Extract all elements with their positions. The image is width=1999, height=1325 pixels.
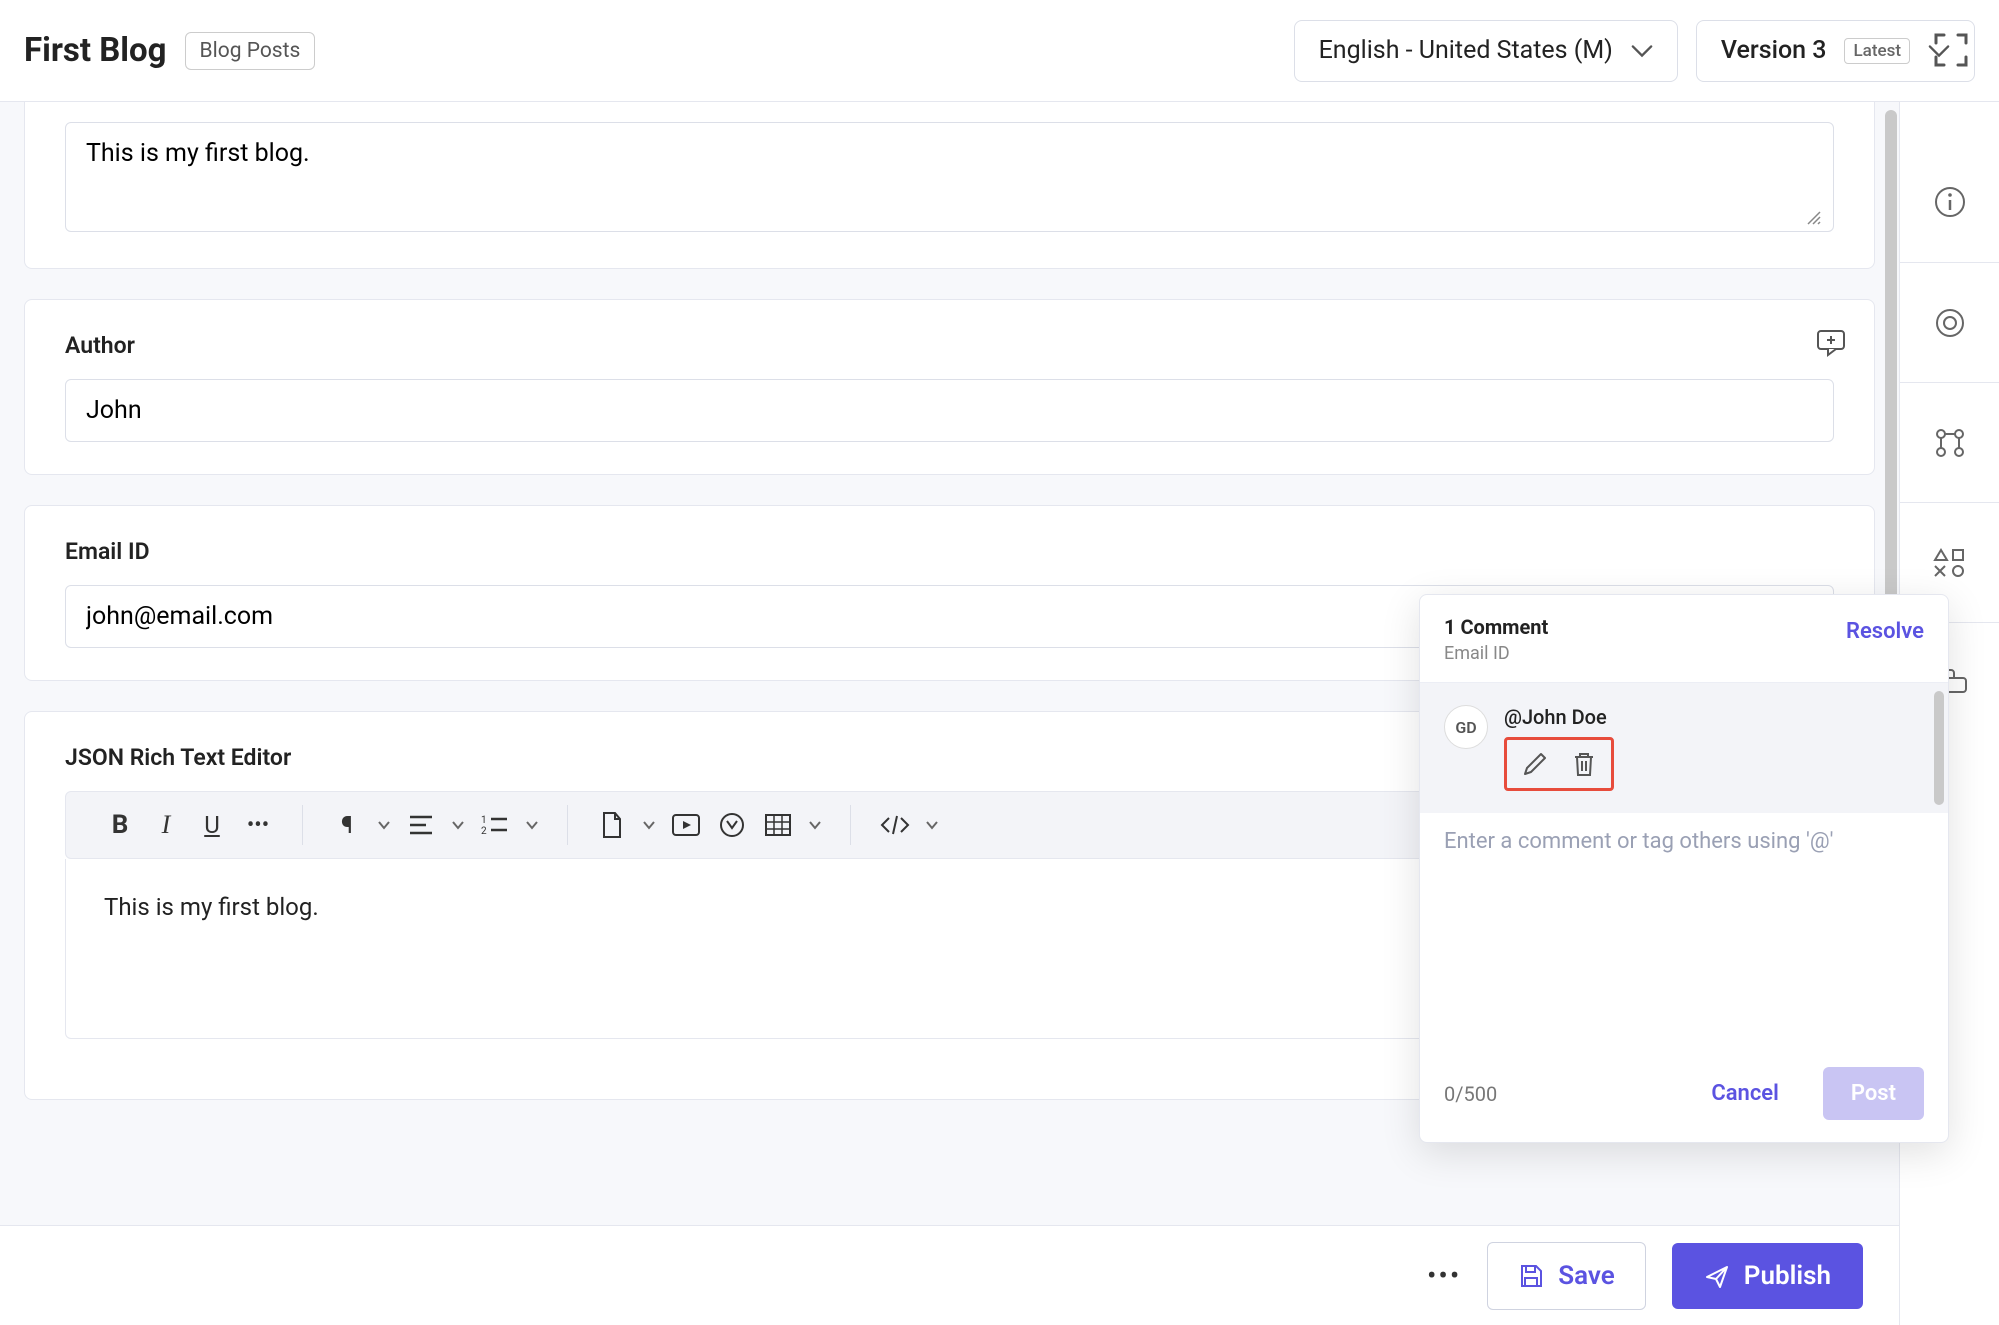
list-chevron[interactable] — [521, 805, 543, 845]
author-input[interactable] — [65, 379, 1834, 442]
trash-icon — [1571, 750, 1597, 778]
table-chevron[interactable] — [804, 805, 826, 845]
version-label: Version 3 — [1721, 36, 1827, 65]
comment-avatar: GD — [1444, 705, 1488, 749]
code-chevron[interactable] — [921, 805, 943, 845]
comment-plus-icon — [1816, 329, 1846, 357]
code-button[interactable] — [875, 805, 915, 845]
align-button[interactable] — [401, 805, 441, 845]
comment-input[interactable] — [1444, 829, 1924, 1049]
more-actions-button[interactable]: ••• — [1427, 1259, 1461, 1292]
resolve-button[interactable]: Resolve — [1846, 619, 1924, 644]
video-icon — [671, 813, 701, 837]
intro-textarea[interactable] — [65, 122, 1834, 232]
comment-thread-scrollbar[interactable] — [1934, 691, 1944, 805]
info-icon — [1933, 185, 1967, 219]
more-formatting-button[interactable]: ••• — [238, 805, 278, 845]
svg-text:2: 2 — [481, 826, 487, 836]
comment-post-button[interactable]: Post — [1823, 1067, 1924, 1120]
save-button[interactable]: Save — [1487, 1242, 1646, 1310]
document-chevron[interactable] — [638, 805, 660, 845]
shapes-icon — [1933, 548, 1967, 578]
header-bar: First Blog Blog Posts English - United S… — [0, 0, 1999, 102]
sidebar-target-button[interactable] — [1900, 262, 1999, 382]
comment-footer: 0/500 Cancel Post — [1420, 1053, 1948, 1142]
publish-button[interactable]: Publish — [1672, 1243, 1863, 1309]
paragraph-chevron[interactable] — [373, 805, 395, 845]
comment-popover-header: 1 Comment Email ID Resolve — [1420, 595, 1948, 683]
comment-compose-area — [1420, 813, 1948, 1053]
embed-icon — [718, 811, 746, 839]
intro-card — [24, 102, 1875, 269]
target-icon — [1933, 306, 1967, 340]
save-label: Save — [1558, 1261, 1615, 1291]
email-label: Email ID — [65, 538, 1834, 565]
locale-label: English - United States (M) — [1319, 36, 1613, 65]
save-icon — [1518, 1263, 1544, 1289]
code-icon — [879, 814, 911, 836]
underline-button[interactable]: U — [192, 805, 232, 845]
comment-thread-item: GD @John Doe — [1420, 683, 1948, 813]
embed-button[interactable] — [712, 805, 752, 845]
delete-comment-button[interactable] — [1571, 750, 1597, 778]
action-bar: ••• Save Publish — [0, 1225, 1899, 1325]
latest-badge: Latest — [1844, 38, 1910, 64]
chevron-down-icon — [1631, 44, 1653, 58]
resize-handle-icon[interactable] — [1806, 210, 1822, 226]
locale-dropdown[interactable]: English - United States (M) — [1294, 20, 1678, 82]
comment-actions-highlight — [1504, 737, 1614, 791]
fullscreen-icon — [1932, 31, 1970, 69]
comment-popover: 1 Comment Email ID Resolve GD @John Doe … — [1419, 594, 1949, 1143]
document-icon — [600, 811, 624, 839]
sidebar-info-button[interactable] — [1900, 142, 1999, 262]
comment-mention: @John Doe — [1504, 705, 1614, 729]
add-comment-button[interactable] — [1814, 326, 1848, 360]
publish-icon — [1704, 1263, 1730, 1289]
author-card: Author — [24, 299, 1875, 475]
paragraph-button[interactable]: ¶ — [327, 805, 367, 845]
comment-cancel-button[interactable]: Cancel — [1683, 1067, 1807, 1120]
align-chevron[interactable] — [447, 805, 469, 845]
list-icon: 12 — [481, 814, 509, 836]
list-button[interactable]: 12 — [475, 805, 515, 845]
content-type-badge[interactable]: Blog Posts — [185, 32, 316, 70]
table-icon — [764, 813, 792, 837]
pencil-icon — [1521, 750, 1549, 778]
italic-button[interactable]: I — [146, 805, 186, 845]
publish-label: Publish — [1744, 1261, 1831, 1291]
video-button[interactable] — [666, 805, 706, 845]
table-button[interactable] — [758, 805, 798, 845]
edit-comment-button[interactable] — [1521, 750, 1549, 778]
fullscreen-button[interactable] — [1929, 28, 1973, 72]
document-button[interactable] — [592, 805, 632, 845]
bold-button[interactable]: B — [100, 805, 140, 845]
comment-field-ref: Email ID — [1444, 643, 1924, 664]
svg-text:1: 1 — [481, 815, 487, 826]
sidebar-workflow-button[interactable] — [1900, 382, 1999, 502]
align-icon — [408, 814, 434, 836]
page-title: First Blog — [24, 31, 167, 70]
comment-char-counter: 0/500 — [1444, 1082, 1497, 1106]
author-label: Author — [65, 332, 1834, 359]
workflow-icon — [1933, 426, 1967, 460]
